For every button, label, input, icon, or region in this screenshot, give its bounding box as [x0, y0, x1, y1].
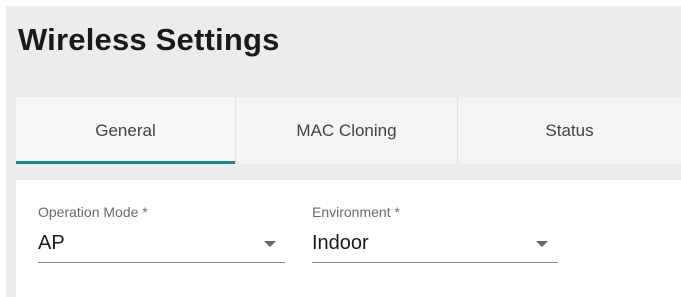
operation-mode-value: AP [38, 232, 65, 254]
page-title: Wireless Settings [18, 22, 280, 57]
tab-mac-cloning[interactable]: MAC Cloning [235, 97, 457, 164]
chevron-down-icon [536, 241, 548, 247]
tab-bar: General MAC Cloning Status [16, 97, 681, 164]
chevron-down-icon [264, 241, 276, 247]
general-form: Operation Mode * AP Environment * Indoor [16, 180, 681, 297]
tab-status-label: Status [545, 120, 594, 140]
tab-general[interactable]: General [16, 97, 235, 164]
environment-select[interactable]: Indoor [312, 226, 558, 263]
environment-label: Environment * [312, 204, 400, 220]
tab-status[interactable]: Status [457, 97, 681, 164]
operation-mode-select[interactable]: AP [38, 226, 285, 263]
environment-value: Indoor [312, 232, 369, 254]
tab-mac-cloning-label: MAC Cloning [296, 120, 397, 140]
operation-mode-label: Operation Mode * [38, 204, 148, 220]
page: Wireless Settings General MAC Cloning St… [0, 0, 681, 297]
tab-general-label: General [95, 120, 156, 140]
